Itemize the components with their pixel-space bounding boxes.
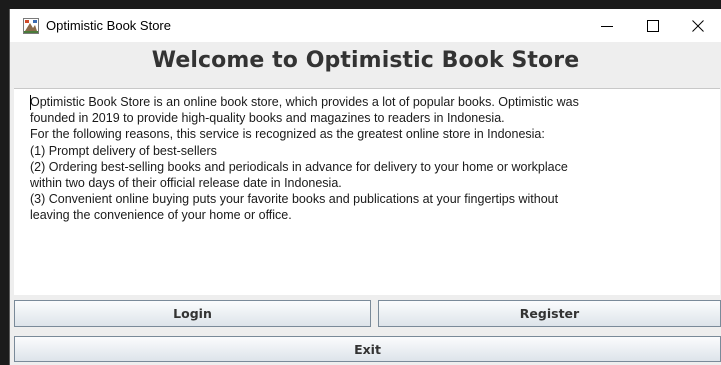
text-caret <box>30 95 31 110</box>
description-line: leaving the convenience of your home or … <box>30 208 292 223</box>
java-app-icon <box>23 18 39 34</box>
minimize-button[interactable] <box>584 9 630 42</box>
register-button[interactable]: Register <box>378 300 721 327</box>
description-line: (3) Convenient online buying puts your f… <box>30 192 559 207</box>
close-icon <box>692 19 704 32</box>
exit-button[interactable]: Exit <box>14 336 721 362</box>
minimize-icon <box>601 25 613 27</box>
description-line: founded in 2019 to provide high-quality … <box>30 111 505 126</box>
page-title: Welcome to Optimistic Book Store <box>151 48 580 73</box>
maximize-button[interactable] <box>630 9 676 42</box>
description-text-area[interactable]: Optimistic Book Store is an online book … <box>14 88 720 295</box>
description-line: For the following reasons, this service … <box>30 127 545 142</box>
description-line: (1) Prompt delivery of best-sellers <box>30 143 217 158</box>
close-button[interactable] <box>675 9 721 42</box>
window-title: Optimistic Book Store <box>46 18 171 33</box>
maximize-icon <box>647 19 659 32</box>
login-button[interactable]: Login <box>14 300 371 327</box>
title-bar[interactable]: Optimistic Book Store <box>10 9 721 42</box>
content-panel: Welcome to Optimistic Book Store Optimis… <box>10 42 721 365</box>
description-line: Optimistic Book Store is an online book … <box>30 95 579 109</box>
description-line: within two days of their official releas… <box>30 176 342 191</box>
app-window: Optimistic Book Store Welcome to Optimis… <box>9 9 721 365</box>
description-line: (2) Ordering best-selling books and peri… <box>30 159 568 174</box>
